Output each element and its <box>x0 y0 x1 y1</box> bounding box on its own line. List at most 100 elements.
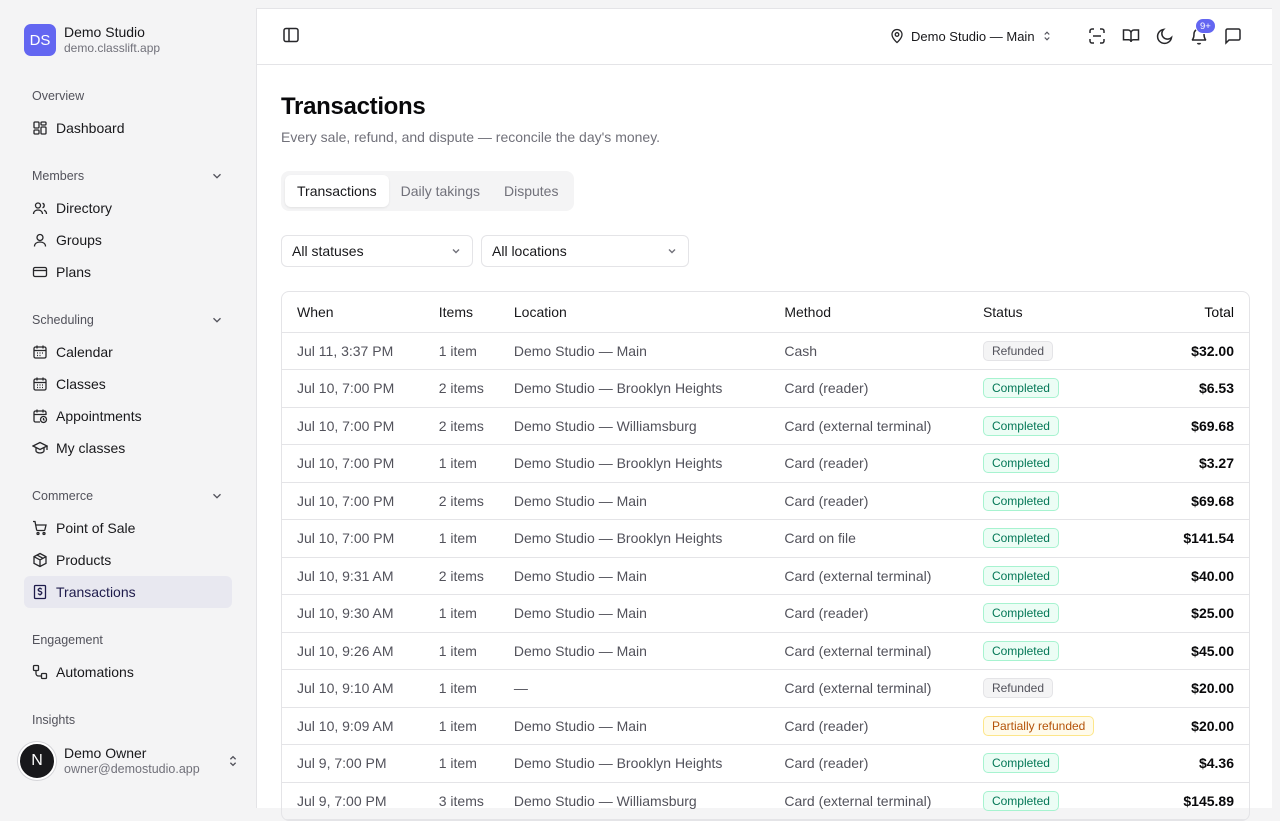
cell-status: Completed <box>967 369 1118 408</box>
notification-badge: 9+ <box>1195 18 1216 34</box>
sidebar-item-my-classes[interactable]: My classes <box>24 432 232 464</box>
chevron-down-icon <box>213 317 221 323</box>
sidebar-item-calendar[interactable]: Calendar <box>24 336 232 368</box>
table-row[interactable]: Jul 10, 7:00 PM 1 item Demo Studio — Brook… <box>282 444 1249 483</box>
sidebar-item-transactions[interactable]: Transactions <box>24 576 232 608</box>
cell-items: 3 items <box>423 782 499 820</box>
cell-location: Demo Studio — Williamsburg <box>498 782 770 820</box>
tab-daily-takings[interactable]: Daily takings <box>389 175 492 207</box>
sidebar-item-automations[interactable]: Automations <box>24 656 232 688</box>
shopping-cart-icon <box>33 520 47 536</box>
tab-transactions[interactable]: Transactions <box>285 175 389 207</box>
scan-icon[interactable] <box>1087 26 1107 46</box>
table-row[interactable]: Jul 10, 7:00 PM 2 items Demo Studio — Will… <box>282 407 1249 445</box>
cell-total: $145.89 <box>1117 782 1249 820</box>
moon-icon[interactable] <box>1155 26 1175 46</box>
cell-items: 2 items <box>423 482 499 520</box>
cell-status: Completed <box>967 782 1118 820</box>
sidebar-item-directory[interactable]: Directory <box>24 192 232 224</box>
status-badge: Partially refunded <box>982 715 1095 736</box>
cell-status: Refunded <box>967 669 1118 708</box>
table-row[interactable]: Jul 10, 7:00 PM 2 items Demo Studio — Main… <box>282 482 1249 520</box>
cell-total: $45.00 <box>1117 632 1249 670</box>
sidebar-item-products[interactable]: Products <box>24 544 232 576</box>
cell-status: Completed <box>967 444 1118 483</box>
table-row[interactable]: Jul 9, 7:00 PM 3 items Demo Studio — Willi… <box>282 782 1249 820</box>
org-domain: demo.classlift.app <box>64 41 161 55</box>
cell-location: Demo Studio — Main <box>498 332 770 370</box>
cell-location: Demo Studio — Main <box>498 594 770 633</box>
nav-group-members[interactable]: Members <box>24 160 232 192</box>
sidebar-item-dashboard[interactable]: Dashboard <box>24 112 232 144</box>
column-header-status[interactable]: Status <box>967 292 1118 333</box>
cell-when: Jul 9, 7:00 PM <box>282 744 424 783</box>
cell-location: Demo Studio — Main <box>498 482 770 520</box>
cell-items: 2 items <box>423 557 499 595</box>
cell-total: $6.53 <box>1117 369 1249 408</box>
cell-items: 1 item <box>423 594 499 633</box>
package-icon <box>33 552 47 568</box>
top-bar: Demo Studio — Main 9+ <box>257 9 1272 65</box>
cell-when: Jul 11, 3:37 PM <box>282 332 424 370</box>
table-row[interactable]: Jul 10, 7:00 PM 2 items Demo Studio — Broo… <box>282 369 1249 408</box>
table-row[interactable]: Jul 10, 9:31 AM 2 items Demo Studio — Main… <box>282 557 1249 595</box>
cell-method: Card (external terminal) <box>769 669 968 708</box>
table-row[interactable]: Jul 10, 9:26 AM 1 item Demo Studio — Main C… <box>282 632 1249 670</box>
tab-disputes[interactable]: Disputes <box>492 175 570 207</box>
cell-when: Jul 10, 7:00 PM <box>282 369 424 408</box>
credit-card-icon <box>32 266 48 278</box>
status-badge: Refunded <box>982 340 1053 361</box>
sidebar-item-groups[interactable]: Groups <box>24 224 232 256</box>
transactions-table: When Items Location Method Status Total … <box>281 291 1250 821</box>
sidebar-item-classes[interactable]: Classes <box>24 368 232 400</box>
cell-items: 1 item <box>423 632 499 670</box>
cell-total: $4.36 <box>1117 744 1249 783</box>
column-header-method[interactable]: Method <box>769 292 968 333</box>
avatar: N <box>18 742 56 780</box>
nav-group-commerce[interactable]: Commerce <box>24 480 232 512</box>
sidebar-item-plans[interactable]: Plans <box>24 256 232 288</box>
sidebar-nav: Overview Dashboard Members Directory Gro… <box>24 80 232 736</box>
column-header-items[interactable]: Items <box>423 292 499 333</box>
location-filter[interactable]: All locations <box>481 235 689 267</box>
cell-location: Demo Studio — Brooklyn Heights <box>498 744 770 783</box>
cell-total: $3.27 <box>1117 444 1249 483</box>
status-badge: Completed <box>982 378 1059 399</box>
table-row[interactable]: Jul 11, 3:37 PM 1 item Demo Studio — Main C… <box>282 332 1249 370</box>
nav-group-scheduling[interactable]: Scheduling <box>24 304 232 336</box>
table-row[interactable]: Jul 10, 9:09 AM 1 item Demo Studio — Main C… <box>282 707 1249 745</box>
tab-list: Transactions Daily takings Disputes <box>281 171 575 211</box>
column-header-when[interactable]: When <box>282 292 424 333</box>
cell-method: Card (reader) <box>769 482 968 520</box>
book-open-icon[interactable] <box>1121 26 1141 46</box>
users-icon <box>32 202 48 215</box>
cell-items: 2 items <box>423 407 499 445</box>
cell-when: Jul 10, 9:26 AM <box>282 632 424 670</box>
table-row[interactable]: Jul 10, 9:30 AM 1 item Demo Studio — Main C… <box>282 594 1249 633</box>
main-panel: Demo Studio — Main 9+ Transactions Every… <box>256 8 1272 821</box>
table-row[interactable]: Jul 10, 9:10 AM 1 item — Card (external ter… <box>282 669 1249 708</box>
cell-method: Card (external terminal) <box>769 782 968 820</box>
table-row[interactable]: Jul 10, 7:00 PM 1 item Demo Studio — Brook… <box>282 519 1249 558</box>
org-switcher[interactable]: DS Demo Studio demo.classlift.app <box>24 24 160 56</box>
cell-method: Card (external terminal) <box>769 557 968 595</box>
location-switcher[interactable]: Demo Studio — Main <box>889 25 1053 47</box>
message-square-icon[interactable] <box>1223 26 1243 46</box>
cell-total: $25.00 <box>1117 594 1249 633</box>
cell-status: Completed <box>967 482 1118 520</box>
table-row[interactable]: Jul 9, 7:00 PM 1 item Demo Studio — Brookl… <box>282 744 1249 783</box>
chevron-down-icon <box>668 249 676 254</box>
workflow-icon <box>32 664 48 680</box>
nav-group-engagement: Engagement <box>32 633 103 647</box>
sidebar-item-point-of-sale[interactable]: Point of Sale <box>24 512 232 544</box>
user-email: owner@demostudio.app <box>64 762 200 776</box>
status-filter[interactable]: All statuses <box>281 235 473 267</box>
column-header-location[interactable]: Location <box>498 292 770 333</box>
calendar-days-icon <box>33 377 47 391</box>
user-menu[interactable]: N Demo Owner owner@demostudio.app <box>18 742 240 780</box>
cell-status: Partially refunded <box>967 707 1118 745</box>
column-header-total[interactable]: Total <box>1117 292 1249 333</box>
sidebar-toggle-icon[interactable] <box>281 25 301 45</box>
cell-status: Completed <box>967 557 1118 595</box>
sidebar-item-appointments[interactable]: Appointments <box>24 400 232 432</box>
